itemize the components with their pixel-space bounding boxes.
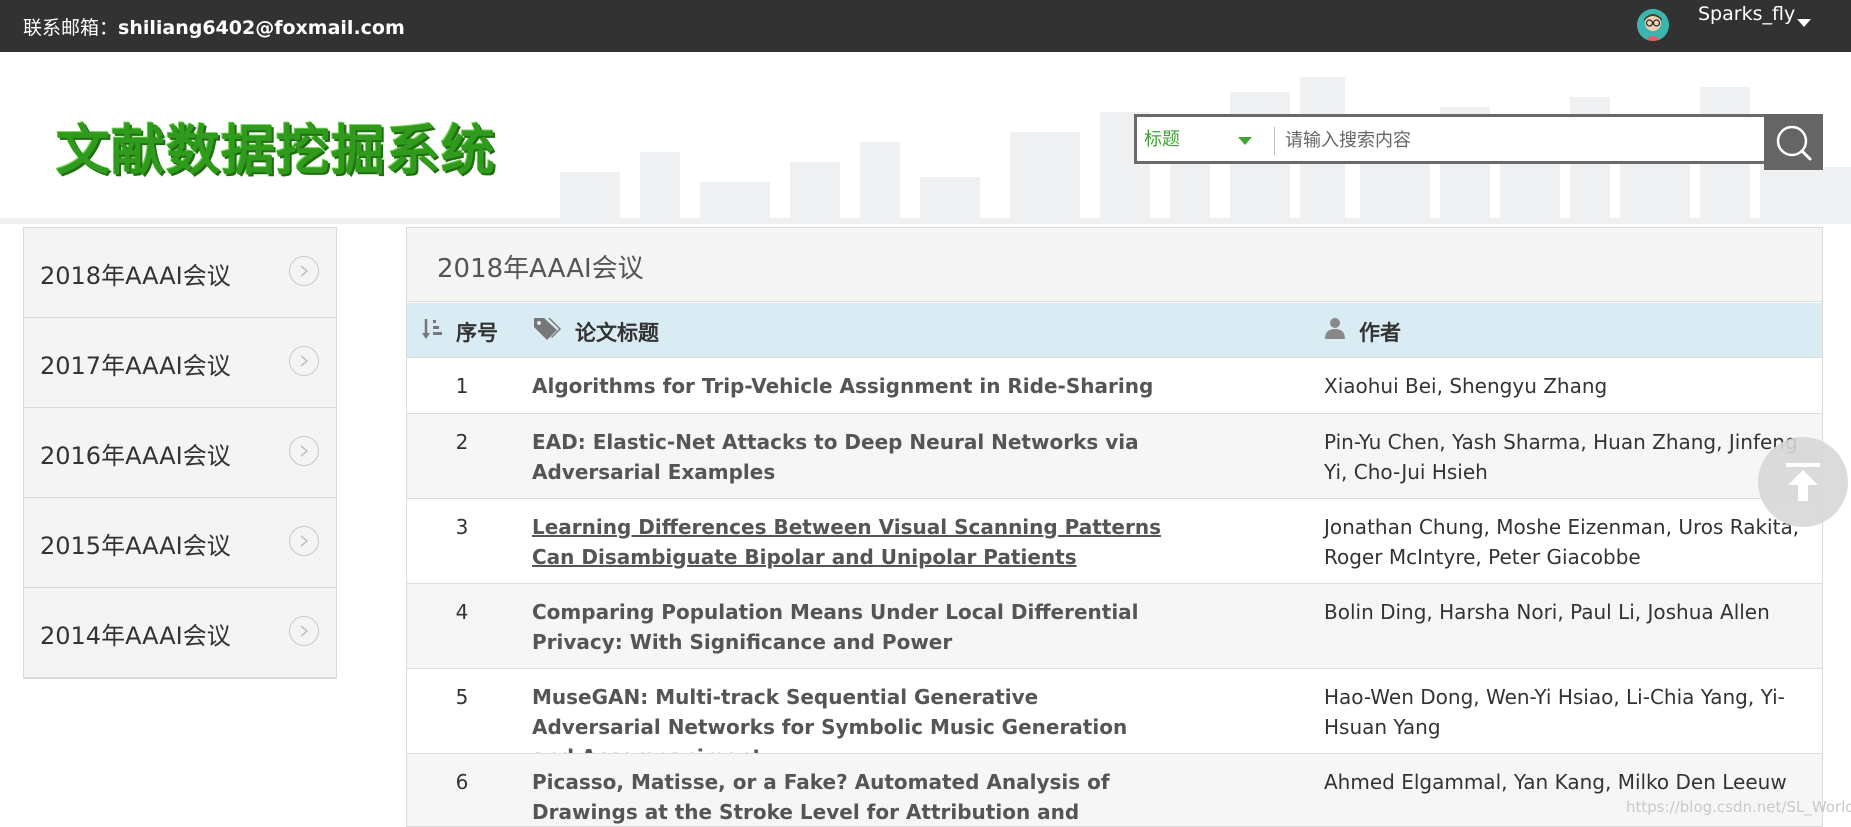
- back-to-top-button[interactable]: [1758, 437, 1848, 527]
- paper-list-panel: 2018年AAAI会议 序号 论文标题 作者 1 Algorithms for …: [406, 227, 1823, 827]
- table-row: 4 Comparing Population Means Under Local…: [407, 583, 1822, 668]
- watermark: https://blog.csdn.net/SL_World: [1626, 798, 1851, 816]
- table-row: 1 Algorithms for Trip-Vehicle Assignment…: [407, 357, 1822, 413]
- row-num: 6: [455, 770, 469, 794]
- top-bar: 联系邮箱：shiliang6402@foxmail.com Sparks_fly: [0, 0, 1851, 52]
- chevron-right-circle-icon[interactable]: [289, 526, 319, 556]
- sidebar-item-2017[interactable]: 2017年AAAI会议: [24, 318, 336, 408]
- column-header-author: 作者: [1359, 321, 1401, 345]
- sidebar-item-2014[interactable]: 2014年AAAI会议: [24, 588, 336, 678]
- search-button[interactable]: [1764, 114, 1823, 170]
- chevron-right-circle-icon[interactable]: [289, 346, 319, 376]
- paper-authors: Jonathan Chung, Moshe Eizenman, Uros Rak…: [1324, 515, 1800, 569]
- user-icon: [1325, 318, 1345, 339]
- search-box: 标题: [1134, 114, 1851, 164]
- table-row: 3 Learning Differences Between Visual Sc…: [407, 498, 1822, 583]
- row-num: 2: [455, 430, 469, 454]
- sidebar-item-label: 2015年AAAI会议: [40, 532, 231, 560]
- search-type-select[interactable]: 标题: [1144, 125, 1180, 151]
- sidebar-item-2018[interactable]: 2018年AAAI会议: [24, 228, 336, 318]
- row-num: 3: [455, 515, 469, 539]
- username[interactable]: Sparks_fly: [1698, 3, 1795, 25]
- sort-icon[interactable]: [421, 317, 443, 341]
- panel-title: 2018年AAAI会议: [437, 254, 644, 284]
- sidebar-item-label: 2018年AAAI会议: [40, 262, 231, 290]
- contact-email[interactable]: shiliang6402@foxmail.com: [118, 17, 405, 39]
- paper-authors: Hao-Wen Dong, Wen-Yi Hsiao, Li-Chia Yang…: [1324, 685, 1785, 739]
- contact-info: 联系邮箱：shiliang6402@foxmail.com: [23, 13, 405, 40]
- paper-authors: Ahmed Elgammal, Yan Kang, Milko Den Leeu…: [1324, 770, 1787, 794]
- table-row: 6 Picasso, Matisse, or a Fake? Automated…: [407, 753, 1822, 826]
- chevron-right-circle-icon[interactable]: [289, 256, 319, 286]
- table-header: 序号 论文标题 作者: [407, 303, 1822, 357]
- header-divider: [0, 218, 1851, 224]
- paper-title-link[interactable]: Comparing Population Means Under Local D…: [532, 597, 1172, 657]
- arrow-up-icon: [1786, 463, 1820, 501]
- paper-title-link[interactable]: Picasso, Matisse, or a Fake? Automated A…: [532, 767, 1172, 826]
- paper-authors: Pin-Yu Chen, Yash Sharma, Huan Zhang, Ji…: [1324, 430, 1798, 484]
- table-row: 2 EAD: Elastic-Net Attacks to Deep Neura…: [407, 413, 1822, 498]
- chevron-right-circle-icon[interactable]: [289, 616, 319, 646]
- panel-header: 2018年AAAI会议: [407, 228, 1822, 302]
- sidebar-item-label: 2017年AAAI会议: [40, 352, 231, 380]
- tags-icon: [534, 318, 561, 340]
- paper-title-link[interactable]: Algorithms for Trip-Vehicle Assignment i…: [532, 371, 1172, 401]
- sidebar-item-label: 2016年AAAI会议: [40, 442, 231, 470]
- sidebar: 2018年AAAI会议 2017年AAAI会议 2016年AAAI会议 2015…: [23, 227, 337, 679]
- row-num: 5: [455, 685, 469, 709]
- column-header-title: 论文标题: [575, 321, 659, 345]
- paper-authors: Bolin Ding, Harsha Nori, Paul Li, Joshua…: [1324, 600, 1770, 624]
- search-icon: [1776, 125, 1812, 161]
- site-logo[interactable]: 文献数据挖掘系统: [56, 106, 496, 185]
- contact-label: 联系邮箱：: [23, 17, 119, 39]
- header: 文献数据挖掘系统 标题: [0, 52, 1851, 224]
- chevron-down-icon[interactable]: [1797, 19, 1811, 27]
- caret-down-icon[interactable]: [1238, 137, 1252, 145]
- sidebar-item-2016[interactable]: 2016年AAAI会议: [24, 408, 336, 498]
- search-divider: [1274, 127, 1275, 155]
- sidebar-item-2015[interactable]: 2015年AAAI会议: [24, 498, 336, 588]
- avatar-icon[interactable]: [1637, 9, 1669, 41]
- paper-authors: Xiaohui Bei, Shengyu Zhang: [1324, 374, 1608, 398]
- column-header-num[interactable]: 序号: [456, 317, 498, 347]
- chevron-right-circle-icon[interactable]: [289, 436, 319, 466]
- sidebar-item-label: 2014年AAAI会议: [40, 622, 231, 650]
- table-row: 5 MuseGAN: Multi-track Sequential Genera…: [407, 668, 1822, 769]
- paper-title-link[interactable]: EAD: Elastic-Net Attacks to Deep Neural …: [532, 427, 1172, 487]
- row-num: 1: [455, 374, 469, 398]
- row-num: 4: [455, 600, 469, 624]
- paper-title-link[interactable]: Learning Differences Between Visual Scan…: [532, 512, 1172, 572]
